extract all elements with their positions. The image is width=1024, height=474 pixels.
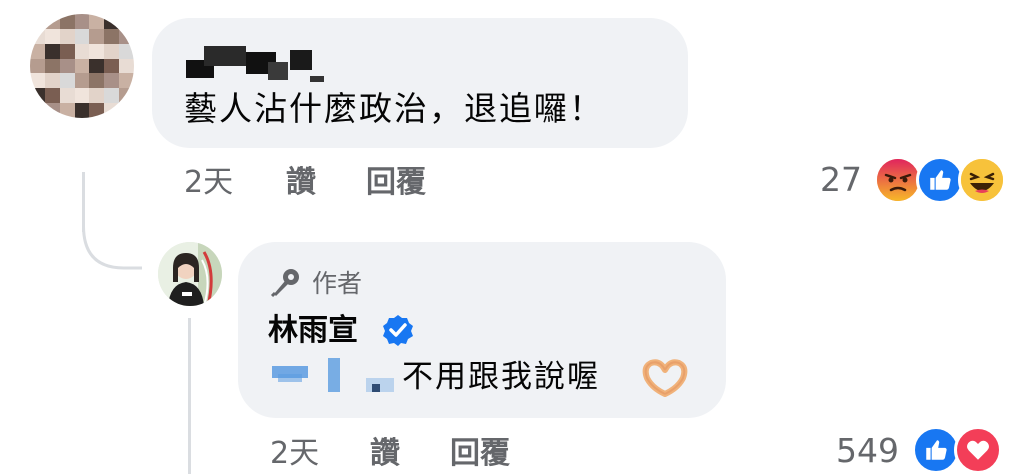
reply-text: 不用跟我說喔 [402, 359, 600, 395]
author-avatar[interactable] [158, 242, 222, 306]
redacted-commenter-name[interactable] [186, 46, 326, 82]
heart-hands-icon [642, 358, 688, 398]
redacted-mention[interactable] [272, 356, 400, 396]
comment-timestamp[interactable]: 2天 [184, 168, 233, 198]
comment-bubble [152, 18, 688, 148]
reply-button[interactable]: 回覆 [366, 168, 426, 198]
microphone-icon [268, 266, 302, 300]
thread-line [82, 172, 85, 232]
author-badge: 作者 [312, 269, 363, 298]
author-name[interactable]: 林雨宣 [268, 316, 358, 346]
verified-badge-icon [382, 314, 414, 346]
like-icon [916, 156, 964, 204]
reply-reply-button[interactable]: 回覆 [450, 439, 510, 469]
reaction-count[interactable]: 27 [820, 163, 862, 196]
reply-like-button[interactable]: 讚 [370, 439, 400, 469]
like-icon [912, 426, 960, 474]
love-icon [954, 426, 1002, 474]
commenter-avatar[interactable] [30, 14, 134, 118]
like-button[interactable]: 讚 [286, 168, 316, 198]
reply-thread-line [188, 318, 191, 474]
comment-text: 藝人沾什麼政治，退追囉！ [184, 89, 604, 128]
reply-reaction-count[interactable]: 549 [836, 434, 899, 467]
reply-timestamp[interactable]: 2天 [270, 439, 319, 469]
thread-connector [82, 226, 142, 270]
angry-icon [874, 156, 922, 204]
haha-icon [958, 156, 1006, 204]
